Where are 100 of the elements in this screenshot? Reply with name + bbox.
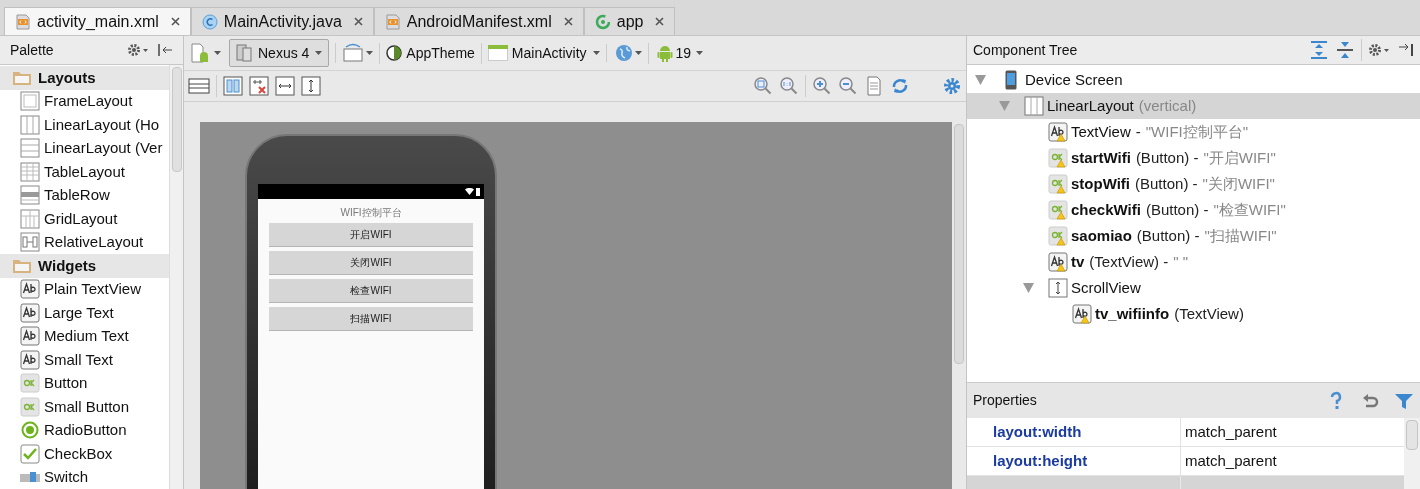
columns-layout-icon	[20, 114, 40, 135]
palette-item[interactable]: CheckBox	[0, 442, 169, 466]
tree-row[interactable]: tv_wifiinfo (TextView)	[967, 301, 1420, 327]
component-type: (Button) -	[1135, 147, 1199, 168]
component-name: startWifi	[1071, 147, 1131, 168]
tree-row[interactable]: Device Screen	[967, 67, 1420, 93]
palette-group[interactable]: Layouts	[0, 66, 169, 90]
pin-icon[interactable]	[1398, 43, 1414, 57]
tree-row[interactable]: tv (TextView) - " "	[967, 249, 1420, 275]
checkbox-icon	[20, 443, 40, 464]
palette-item[interactable]: Button	[0, 371, 169, 395]
palette-item[interactable]: Small Text	[0, 348, 169, 372]
document-icon[interactable]	[864, 76, 884, 96]
switch-icon	[20, 472, 40, 483]
close-icon[interactable]	[353, 17, 363, 26]
panel-title: Component Tree	[973, 40, 1079, 60]
palette-item[interactable]: Small Button	[0, 395, 169, 419]
text-view-icon	[20, 349, 40, 370]
radio-button-icon	[20, 420, 40, 441]
component-type: -	[1135, 121, 1141, 142]
caret-icon	[634, 51, 642, 55]
palette-item[interactable]: Plain TextView	[0, 277, 169, 301]
close-icon[interactable]	[170, 17, 180, 26]
fit-height-icon[interactable]	[301, 76, 321, 96]
list-icon[interactable]	[188, 76, 210, 96]
settings-icon[interactable]	[942, 76, 962, 96]
pin-icon[interactable]	[157, 43, 173, 57]
caret-icon	[214, 51, 221, 55]
palette-item[interactable]: Large Text	[0, 301, 169, 325]
zoom-fit-icon[interactable]	[753, 76, 773, 96]
phone-icon	[1005, 70, 1017, 90]
tab-label: AndroidManifest.xml	[406, 11, 552, 32]
device-type-dropdown[interactable]	[188, 43, 223, 63]
columns-layout-icon	[1024, 96, 1044, 116]
palette-item[interactable]: TableLayout	[0, 160, 169, 184]
module-icon	[594, 13, 611, 30]
expand-all-icon[interactable]	[1309, 40, 1329, 60]
wifi-button[interactable]: 开启WIFI	[269, 223, 473, 247]
zoom-out-icon[interactable]	[838, 76, 858, 96]
palette-item[interactable]: LinearLayout (Ver	[0, 136, 169, 160]
scrollbar-thumb[interactable]	[1406, 420, 1418, 450]
palette-item[interactable]: Medium Text	[0, 324, 169, 348]
palette-item[interactable]: TableRow	[0, 183, 169, 207]
zoom-in-icon[interactable]	[812, 76, 832, 96]
tree-row[interactable]: TextView - "WIFI控制平台"	[967, 119, 1420, 145]
xml-file-icon	[15, 13, 31, 30]
scrollbar-thumb[interactable]	[954, 124, 964, 364]
panel-title: Properties	[973, 391, 1038, 410]
refresh-icon[interactable]	[890, 76, 910, 96]
fit-width-icon[interactable]	[275, 76, 295, 96]
scrollbar-thumb[interactable]	[171, 67, 182, 172]
editor-tab[interactable]: AndroidManifest.xml	[373, 7, 584, 35]
component-value: "WIFI控制平台"	[1145, 121, 1249, 142]
editor-tab[interactable]: MainActivity.java	[190, 7, 374, 35]
locale-dropdown[interactable]	[605, 44, 642, 62]
close-icon[interactable]	[655, 17, 665, 26]
tree-row[interactable]: checkWifi (Button) - "检查WIFI"	[967, 197, 1420, 223]
palette-item[interactable]: FrameLayout	[0, 89, 169, 113]
columns-icon[interactable]	[223, 76, 243, 96]
api-level-dropdown[interactable]: 19	[647, 42, 704, 64]
palette-item[interactable]: RelativeLayout	[0, 230, 169, 254]
tree-row[interactable]: startWifi (Button) - "开启WIFI"	[967, 145, 1420, 171]
device-dropdown[interactable]: Nexus 4	[229, 39, 330, 67]
tab-label: MainActivity.java	[223, 11, 342, 32]
component-type: (Button) -	[1135, 173, 1198, 194]
phones-icon	[236, 44, 254, 62]
clear-weights-icon[interactable]	[249, 76, 269, 96]
property-value[interactable]: match_parent	[1185, 420, 1277, 444]
expanded-arrow-icon[interactable]	[1023, 283, 1034, 293]
palette-item[interactable]: LinearLayout (Ho	[0, 113, 169, 137]
editor-tab[interactable]: app	[583, 7, 676, 35]
settings-icon[interactable]	[1368, 43, 1390, 57]
collapse-all-icon[interactable]	[1335, 40, 1355, 60]
wifi-button[interactable]: 扫描WIFI	[269, 307, 473, 331]
zoom-actual-icon[interactable]	[779, 76, 799, 96]
component-value: "检查WIFI"	[1213, 199, 1286, 220]
tree-row[interactable]: stopWifi (Button) - "关闭WIFI"	[967, 171, 1420, 197]
activity-dropdown[interactable]: MainActivity	[480, 42, 600, 64]
expanded-arrow-icon[interactable]	[975, 75, 986, 85]
palette-group[interactable]: Widgets	[0, 254, 169, 278]
palette-item[interactable]: GridLayout	[0, 207, 169, 231]
tree-row[interactable]: ScrollView	[967, 275, 1420, 301]
tree-row[interactable]: LinearLayout (vertical)	[967, 93, 1420, 119]
ok-button-icon	[20, 373, 40, 394]
window-icon	[487, 45, 508, 61]
globe-icon	[614, 44, 633, 62]
property-value[interactable]: match_parent	[1185, 449, 1277, 473]
expanded-arrow-icon[interactable]	[999, 101, 1010, 111]
component-name: ScrollView	[1071, 277, 1141, 298]
palette-item[interactable]: RadioButton	[0, 418, 169, 442]
theme-button[interactable]: AppTheme	[379, 42, 475, 64]
wifi-button[interactable]: 关闭WIFI	[269, 251, 473, 275]
palette-item[interactable]: Switch	[0, 465, 169, 489]
editor-tab[interactable]: activity_main.xml	[4, 7, 191, 35]
wifi-button[interactable]: 检查WIFI	[269, 279, 473, 303]
orientation-dropdown[interactable]	[335, 43, 374, 63]
property-name: layout:width	[993, 421, 1082, 442]
tree-row[interactable]: saomiao (Button) - "扫描WIFI"	[967, 223, 1420, 249]
close-icon[interactable]	[563, 17, 573, 26]
settings-icon[interactable]	[127, 43, 149, 57]
